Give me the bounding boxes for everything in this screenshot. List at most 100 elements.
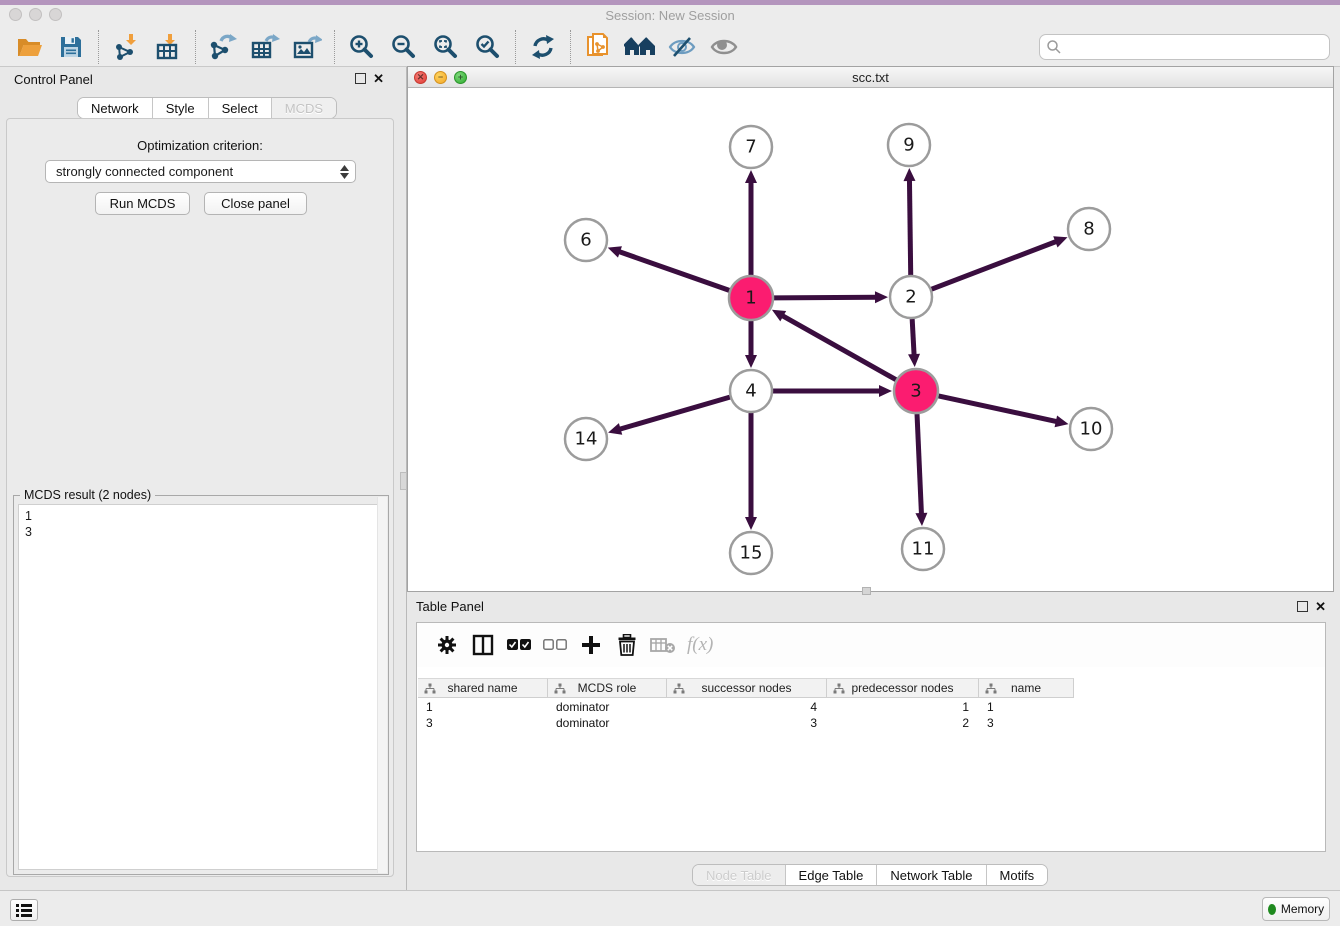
tab-edge-table[interactable]: Edge Table [786, 865, 878, 885]
horizontal-splitter-handle[interactable] [862, 587, 871, 595]
add-row-button[interactable] [573, 629, 609, 661]
zoom-fit-button[interactable] [429, 31, 463, 63]
tab-node-table[interactable]: Node Table [693, 865, 786, 885]
open-session-button[interactable] [12, 31, 46, 63]
export-network-button[interactable] [206, 31, 240, 63]
graph-node-label: 4 [745, 381, 756, 402]
run-mcds-button[interactable]: Run MCDS [95, 192, 190, 215]
deselect-all-button[interactable] [537, 629, 573, 661]
table-cell[interactable]: 1 [979, 699, 1074, 715]
table-row[interactable]: 3dominator323 [418, 715, 1074, 731]
edge-arrowhead [745, 170, 757, 183]
delete-row-button[interactable] [609, 629, 645, 661]
edge-arrowhead [908, 354, 920, 367]
mcds-result-title: MCDS result (2 nodes) [20, 488, 155, 502]
column-header-MCDS-role[interactable]: MCDS role [548, 678, 667, 698]
zoom-selected-icon [474, 33, 502, 61]
network-graph[interactable]: 7968124314101511 [408, 88, 1333, 591]
edge-3-1[interactable] [781, 315, 895, 380]
float-table-panel-icon[interactable] [1297, 601, 1308, 612]
export-image-button[interactable] [290, 31, 324, 63]
zoom-out-button[interactable] [387, 31, 421, 63]
graph-node-label: 2 [905, 287, 916, 308]
splitter-handle[interactable] [400, 472, 407, 490]
graph-node-label: 8 [1083, 219, 1094, 240]
show-columns-button[interactable] [465, 629, 501, 661]
table-cell[interactable]: 4 [667, 699, 827, 715]
edge-arrowhead [875, 291, 888, 303]
mcds-result-text[interactable]: 1 3 [18, 504, 384, 870]
edge-3-11[interactable] [917, 414, 921, 515]
hide-panel-button[interactable] [665, 31, 699, 63]
search-input[interactable] [1062, 37, 1329, 57]
edge-arrowhead [903, 168, 915, 181]
window-title: Session: New Session [0, 8, 1340, 23]
function-builder-button[interactable]: f(x) [687, 634, 713, 656]
export-table-button[interactable] [248, 31, 282, 63]
table-cell[interactable]: dominator [548, 699, 667, 715]
unchecked-boxes-icon [543, 639, 567, 651]
optimization-criterion-select[interactable]: strongly connected component [45, 160, 356, 183]
table-cell[interactable]: 3 [667, 715, 827, 731]
table-cell[interactable]: dominator [548, 715, 667, 731]
save-icon [58, 34, 84, 60]
table-cell[interactable]: 3 [979, 715, 1074, 731]
search-icon [1046, 39, 1062, 55]
edge-3-10[interactable] [938, 396, 1057, 422]
zoom-in-icon [348, 33, 376, 61]
zoom-in-button[interactable] [345, 31, 379, 63]
edge-1-2[interactable] [774, 297, 877, 298]
edge-2-8[interactable] [932, 241, 1058, 289]
export-table-icon [250, 33, 280, 61]
float-panel-icon[interactable] [355, 73, 366, 84]
vertical-splitter[interactable] [400, 67, 407, 890]
edge-1-6[interactable] [618, 251, 729, 290]
table-cell[interactable]: 1 [418, 699, 548, 715]
table-cell[interactable]: 1 [827, 699, 979, 715]
network-canvas[interactable]: 7968124314101511 [408, 88, 1333, 591]
memory-status-icon [1268, 904, 1276, 915]
table-header-row: shared nameMCDS rolesuccessor nodesprede… [418, 678, 1074, 698]
column-header-shared-name[interactable]: shared name [418, 678, 548, 698]
tab-network[interactable]: Network [78, 98, 153, 118]
tab-mcds[interactable]: MCDS [272, 98, 336, 118]
edge-2-3[interactable] [912, 319, 914, 356]
duplicate-network-button[interactable] [581, 31, 615, 63]
table-cell[interactable]: 3 [418, 715, 548, 731]
table-row[interactable]: 1dominator411 [418, 699, 1074, 715]
import-network-button[interactable] [109, 31, 143, 63]
edge-4-14[interactable] [619, 397, 730, 429]
destroy-table-button[interactable] [645, 629, 681, 661]
zoom-fit-icon [432, 33, 460, 61]
column-header-name[interactable]: name [979, 678, 1074, 698]
close-panel-icon[interactable]: ✕ [373, 73, 384, 84]
tab-select[interactable]: Select [209, 98, 272, 118]
tab-style[interactable]: Style [153, 98, 209, 118]
network-window-titlebar[interactable]: ✕ − + scc.txt [408, 67, 1333, 88]
home-button[interactable] [623, 31, 657, 63]
save-session-button[interactable] [54, 31, 88, 63]
toolbar-separator [98, 30, 99, 64]
close-table-panel-icon[interactable]: ✕ [1315, 601, 1326, 612]
table-cell[interactable]: 2 [827, 715, 979, 731]
refresh-view-button[interactable] [526, 31, 560, 63]
select-all-button[interactable] [501, 629, 537, 661]
import-table-button[interactable] [151, 31, 185, 63]
tab-motifs[interactable]: Motifs [987, 865, 1048, 885]
table-settings-button[interactable] [429, 629, 465, 661]
column-header-predecessor-nodes[interactable]: predecessor nodes [827, 678, 979, 698]
search-field[interactable] [1039, 34, 1330, 60]
close-panel-button[interactable]: Close panel [204, 192, 307, 215]
tab-network-table[interactable]: Network Table [877, 865, 986, 885]
column-header-successor-nodes[interactable]: successor nodes [667, 678, 827, 698]
memory-button[interactable]: Memory [1262, 897, 1330, 921]
edge-2-9[interactable] [909, 179, 910, 275]
task-history-button[interactable] [10, 899, 38, 921]
edge-arrowhead [879, 385, 892, 397]
column-tree-icon [833, 683, 845, 695]
result-scrollbar[interactable] [377, 497, 387, 873]
zoom-selected-button[interactable] [471, 31, 505, 63]
mcds-tab-content: Optimization criterion: strongly connect… [6, 118, 394, 877]
show-panel-button[interactable] [707, 31, 741, 63]
edge-arrowhead [745, 517, 757, 530]
